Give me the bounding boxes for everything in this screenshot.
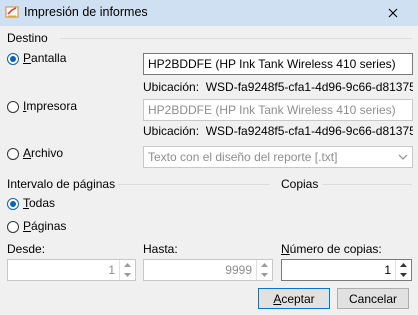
close-icon bbox=[388, 8, 398, 17]
chevron-down-icon bbox=[394, 147, 412, 167]
cancelar-button[interactable]: Cancelar bbox=[337, 288, 409, 309]
spin-up-icon[interactable] bbox=[120, 260, 135, 270]
spin-up-icon[interactable] bbox=[257, 260, 272, 270]
impresora-printer-value: HP2BDDFE (HP Ink Tank Wireless 410 serie… bbox=[148, 103, 396, 117]
destino-separator bbox=[60, 38, 412, 39]
spin-up-icon[interactable] bbox=[396, 260, 411, 270]
hasta-label: Hasta: bbox=[143, 242, 178, 256]
paginas-label[interactable]: Páginas bbox=[23, 219, 66, 233]
close-button[interactable] bbox=[376, 2, 410, 23]
pantalla-printer-value: HP2BDDFE (HP Ink Tank Wireless 410 serie… bbox=[148, 57, 396, 71]
archivo-format-select[interactable]: Texto con el diseño del reporte [.txt] bbox=[143, 146, 413, 168]
app-icon bbox=[5, 5, 19, 19]
desde-spin-buttons[interactable] bbox=[119, 260, 135, 280]
copias-spinner[interactable]: 1 bbox=[281, 259, 412, 281]
hasta-spinner[interactable]: 9999 bbox=[143, 259, 273, 281]
pantalla-label[interactable]: Pantalla bbox=[23, 51, 66, 65]
archivo-radio[interactable] bbox=[7, 148, 19, 160]
hasta-spin-buttons[interactable] bbox=[256, 260, 272, 280]
paginas-radio[interactable] bbox=[7, 221, 19, 233]
pantalla-printer-select[interactable]: HP2BDDFE (HP Ink Tank Wireless 410 serie… bbox=[143, 53, 413, 75]
aceptar-button[interactable]: Aceptar bbox=[258, 288, 330, 309]
desde-label: Desde: bbox=[7, 242, 46, 256]
spin-down-icon[interactable] bbox=[257, 270, 272, 280]
numero-copias-label: Número de copias: bbox=[281, 242, 382, 256]
todas-radio[interactable] bbox=[7, 198, 19, 210]
spin-down-icon[interactable] bbox=[396, 270, 411, 280]
destino-label: Destino bbox=[7, 31, 48, 45]
desde-spinner[interactable]: 1 bbox=[7, 259, 136, 281]
intervalo-label: Intervalo de páginas bbox=[7, 177, 116, 191]
impresora-printer-select[interactable]: HP2BDDFE (HP Ink Tank Wireless 410 serie… bbox=[143, 99, 413, 121]
impresora-label[interactable]: Impresora bbox=[23, 99, 77, 113]
desde-value: 1 bbox=[108, 263, 115, 277]
copias-separator bbox=[322, 184, 412, 185]
hasta-value: 9999 bbox=[225, 263, 252, 277]
todas-label[interactable]: Todas bbox=[23, 196, 55, 210]
copias-spin-buttons[interactable] bbox=[395, 260, 411, 280]
pantalla-ubicacion: Ubicación: WSD-fa9248f5-cfa1-4d96-9c66-d… bbox=[143, 80, 413, 94]
archivo-label[interactable]: Archivo bbox=[23, 146, 63, 160]
spin-down-icon[interactable] bbox=[120, 270, 135, 280]
impresora-radio[interactable] bbox=[7, 101, 19, 113]
copias-label: Copias bbox=[281, 177, 319, 191]
copias-value: 1 bbox=[384, 263, 391, 277]
pantalla-radio[interactable] bbox=[7, 53, 19, 65]
window-title: Impresión de informes bbox=[24, 5, 148, 19]
impresora-ubicacion: Ubicación: WSD-fa9248f5-cfa1-4d96-9c66-d… bbox=[143, 124, 413, 138]
archivo-format-value: Texto con el diseño del reporte [.txt] bbox=[148, 150, 338, 164]
intervalo-separator bbox=[118, 184, 270, 185]
